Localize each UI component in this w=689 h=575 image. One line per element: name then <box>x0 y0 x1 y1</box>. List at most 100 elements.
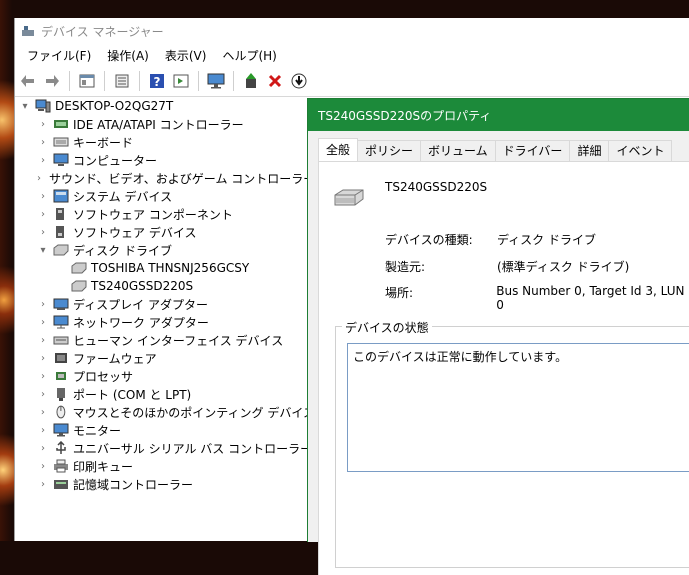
tree-category-label: プロセッサ <box>73 369 134 384</box>
tree-category-label: ディスプレイ アダプター <box>73 297 208 312</box>
chevron-right-icon[interactable]: › <box>37 370 49 382</box>
general-panel: TS240GSSD220S デバイスの種類: ディスク ドライブ 製造元: (標… <box>318 161 689 575</box>
tab-details[interactable]: 詳細 <box>569 140 610 161</box>
title-bar: デバイス マネージャー <box>15 18 689 44</box>
chevron-right-icon[interactable]: › <box>37 172 41 184</box>
tree-category-label: ファームウェア <box>73 351 157 366</box>
tree-category[interactable]: › ソフトウェア デバイス <box>15 223 315 241</box>
properties-dialog: TS240GSSD220Sのプロパティ 全般 ポリシー ボリューム ドライバー … <box>307 98 689 575</box>
tree-category[interactable]: › ユニバーサル シリアル バス コントローラー <box>15 439 315 457</box>
firmware-icon <box>55 353 67 363</box>
prop-device-type: デバイスの種類: ディスク ドライブ <box>385 231 596 248</box>
tree-category[interactable]: › マウスとそのほかのポインティング デバイス <box>15 403 315 421</box>
chevron-right-icon[interactable]: › <box>37 136 49 148</box>
chevron-right-icon[interactable]: › <box>37 226 49 238</box>
mouse-icon <box>56 405 66 419</box>
tree-category[interactable]: › プロセッサ <box>15 367 315 385</box>
view-icon[interactable] <box>170 70 192 92</box>
tree-category-label: ネットワーク アダプター <box>73 315 209 330</box>
monitor-icon[interactable] <box>205 70 227 92</box>
menu-action[interactable]: 操作(A) <box>99 47 157 64</box>
prop-value: (標準ディスク ドライブ) <box>497 260 630 274</box>
tab-general[interactable]: 全般 <box>318 138 359 161</box>
prop-label: デバイスの種類: <box>385 233 473 247</box>
tree-category[interactable]: ▾ ディスク ドライブ <box>15 241 315 259</box>
network-icon <box>53 315 69 329</box>
tree-category[interactable]: › モニター <box>15 421 315 439</box>
tree-category[interactable]: › システム デバイス <box>15 187 315 205</box>
chevron-right-icon[interactable]: › <box>37 298 49 310</box>
chevron-right-icon[interactable]: › <box>37 388 49 400</box>
properties-grid-icon[interactable] <box>76 70 98 92</box>
tree-device[interactable]: TOSHIBA THNSNJ256GCSY <box>15 259 315 277</box>
back-icon[interactable] <box>17 70 39 92</box>
tree-category[interactable]: › コンピューター <box>15 151 315 169</box>
tree-category[interactable]: › IDE ATA/ATAPI コントローラー <box>15 115 315 133</box>
toolbar: ? <box>15 66 689 97</box>
tab-volume[interactable]: ボリューム <box>420 140 496 161</box>
tree-device[interactable]: TS240GSSD220S <box>15 277 315 295</box>
list-icon[interactable] <box>111 70 133 92</box>
chevron-right-icon[interactable]: › <box>37 190 49 202</box>
scan-hardware-icon[interactable] <box>288 70 310 92</box>
tree-category[interactable]: › ソフトウェア コンポーネント <box>15 205 315 223</box>
hid-icon <box>53 336 69 345</box>
device-manager-icon <box>22 26 34 36</box>
chevron-right-icon[interactable]: › <box>37 406 49 418</box>
port-icon <box>57 388 65 401</box>
chevron-down-icon[interactable]: ▾ <box>19 100 31 112</box>
chevron-right-icon[interactable]: › <box>37 154 49 166</box>
tree-category[interactable]: › ファームウェア <box>15 349 315 367</box>
device-status-text[interactable]: このデバイスは正常に動作しています。 <box>347 343 689 472</box>
prop-label: 場所: <box>385 286 414 300</box>
prop-manufacturer: 製造元: (標準ディスク ドライブ) <box>385 258 629 275</box>
tree-category-label: ポート (COM と LPT) <box>73 387 192 402</box>
chevron-right-icon[interactable]: › <box>37 352 49 364</box>
device-name: TS240GSSD220S <box>385 180 488 194</box>
tab-driver[interactable]: ドライバー <box>494 140 571 161</box>
chevron-right-icon[interactable]: › <box>37 334 49 346</box>
tab-events[interactable]: イベント <box>608 140 673 161</box>
computer-root-icon <box>35 99 51 113</box>
prop-value: Bus Number 0, Target Id 3, LUN 0 <box>496 284 685 312</box>
uninstall-icon[interactable] <box>264 70 286 92</box>
chevron-right-icon[interactable]: › <box>37 424 49 436</box>
tree-device-label: TOSHIBA THNSNJ256GCSY <box>91 261 250 275</box>
software-component-icon <box>56 208 64 220</box>
tree-category-label: 印刷キュー <box>73 459 134 474</box>
chevron-right-icon[interactable]: › <box>37 118 49 130</box>
chevron-right-icon[interactable]: › <box>37 442 49 454</box>
tree-category[interactable]: › ヒューマン インターフェイス デバイス <box>15 331 315 349</box>
dialog-title: TS240GSSD220Sのプロパティ <box>318 108 492 123</box>
tree-root-label: DESKTOP-O2QG27T <box>55 99 174 113</box>
help-icon[interactable]: ? <box>146 70 168 92</box>
chevron-right-icon[interactable]: › <box>37 208 49 220</box>
menu-file[interactable]: ファイル(F) <box>19 47 99 64</box>
tree-category[interactable]: › サウンド、ビデオ、およびゲーム コントローラー <box>15 169 315 187</box>
menu-view[interactable]: 表示(V) <box>157 47 215 64</box>
disk-drive-icon <box>334 189 364 206</box>
toolbar-separator <box>104 71 105 91</box>
menu-help[interactable]: ヘルプ(H) <box>214 47 284 64</box>
chevron-right-icon[interactable]: › <box>37 478 49 490</box>
device-status-group: デバイスの状態 このデバイスは正常に動作しています。 <box>335 319 689 568</box>
tree-category[interactable]: › ネットワーク アダプター <box>15 313 315 331</box>
chevron-right-icon[interactable]: › <box>37 460 49 472</box>
prop-location: 場所: Bus Number 0, Target Id 3, LUN 0 <box>385 284 689 312</box>
prop-label: 製造元: <box>385 260 426 274</box>
tree-category-label: サウンド、ビデオ、およびゲーム コントローラー <box>49 171 316 186</box>
forward-icon[interactable] <box>41 70 63 92</box>
chevron-right-icon[interactable]: › <box>37 316 49 328</box>
device-status-label: デバイスの状態 <box>342 319 432 336</box>
tree-category[interactable]: › 記憶域コントローラー <box>15 475 315 493</box>
tree-category[interactable]: › ディスプレイ アダプター <box>15 295 315 313</box>
disk-icon <box>71 280 87 292</box>
tree-category[interactable]: › ポート (COM と LPT) <box>15 385 315 403</box>
tree-category[interactable]: › 印刷キュー <box>15 457 315 475</box>
tree-category-label: マウスとそのほかのポインティング デバイス <box>72 405 315 420</box>
tree-category[interactable]: › キーボード <box>15 133 315 151</box>
tab-policy[interactable]: ポリシー <box>357 140 422 161</box>
chevron-down-icon[interactable]: ▾ <box>37 244 49 256</box>
update-driver-icon[interactable] <box>240 70 262 92</box>
tree-root[interactable]: ▾ DESKTOP-O2QG27T <box>15 97 315 115</box>
